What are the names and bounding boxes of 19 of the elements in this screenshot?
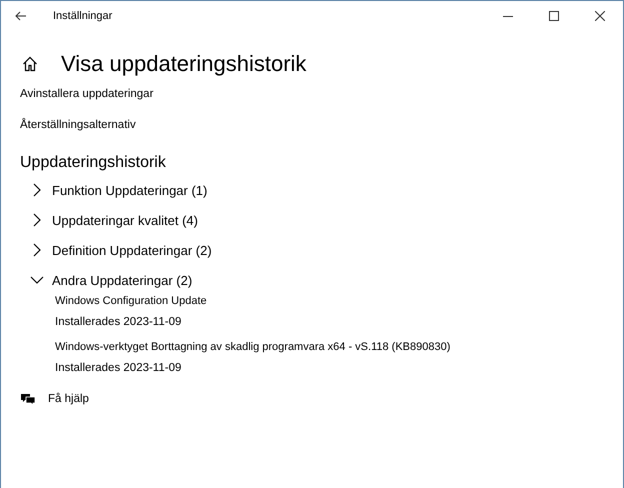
section-heading: Uppdateringshistorik — [20, 154, 166, 172]
chat-help-icon — [20, 392, 36, 406]
group-header[interactable]: Uppdateringar kvalitet (4) — [30, 208, 198, 232]
help-link[interactable]: Få hjälp — [48, 393, 89, 405]
install-date: Installerades 2023-11-09 — [55, 316, 182, 328]
page-title: Visa uppdateringshistorik — [61, 51, 306, 77]
maximize-icon — [549, 11, 559, 21]
link[interactable]: Avinstallera uppdateringar — [20, 88, 154, 100]
install-date: Installerades 2023-11-09 — [55, 362, 182, 374]
home-icon[interactable] — [22, 56, 38, 72]
group-header[interactable]: Definition Uppdateringar (2) — [30, 238, 212, 262]
group-header[interactable]: Funktion Uppdateringar (1) — [30, 178, 208, 202]
window-title: Inställningar — [53, 10, 112, 22]
update-name: Windows-verktyget Borttagning av skadlig programvara x64 - vS.118 (KB890830) — [55, 341, 450, 353]
update-name: Windows Configuration Update — [55, 295, 207, 307]
close-icon — [595, 11, 605, 21]
group-header[interactable]: Andra Uppdateringar (2) — [30, 268, 192, 292]
back-icon — [15, 11, 27, 21]
link[interactable]: Återställningsalternativ — [20, 119, 136, 131]
